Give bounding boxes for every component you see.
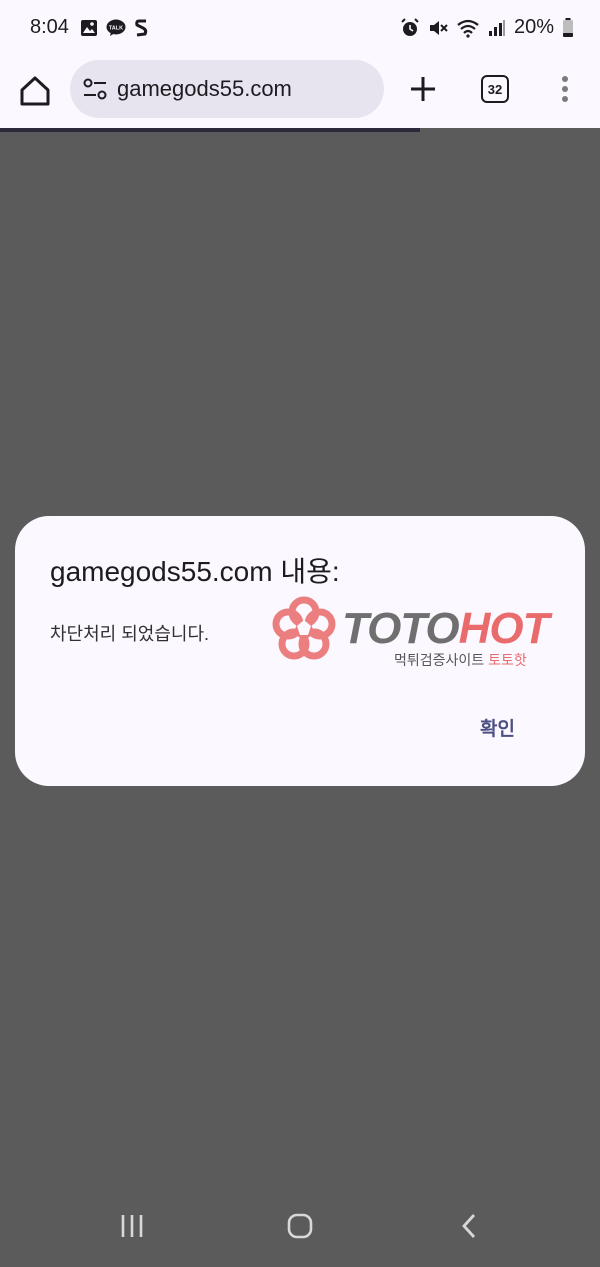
gallery-icon (81, 20, 97, 36)
status-time: 8:04 (30, 16, 69, 38)
address-bar[interactable]: gamegods55.com (70, 60, 384, 118)
status-icons-right: 20% (400, 16, 574, 39)
s-app-icon (135, 19, 148, 37)
home-nav-icon[interactable] (286, 1212, 314, 1240)
home-icon[interactable] (18, 74, 52, 108)
watermark-brand-part2: HOT (458, 604, 550, 653)
svg-text:TALK: TALK (109, 26, 123, 32)
site-settings-icon[interactable] (82, 76, 108, 102)
status-bar: 8:04 TALK 20% (0, 0, 600, 56)
alarm-icon (401, 17, 419, 36)
status-icons-left: TALK (80, 19, 150, 37)
mute-icon (429, 20, 448, 35)
flower-logo-icon (272, 596, 336, 660)
battery-percentage: 20% (513, 16, 554, 38)
url-text[interactable]: gamegods55.com (117, 76, 292, 102)
battery-icon (563, 17, 573, 37)
new-tab-icon[interactable] (406, 72, 440, 106)
watermark-subtitle: 먹튀검증사이트 토토핫 (394, 650, 527, 670)
dialog-title: gamegods55.com 내용: (50, 556, 340, 587)
wifi-icon (457, 19, 479, 38)
dialog-message: 차단처리 되었습니다. (50, 624, 210, 644)
tab-switcher-button[interactable]: 32 (481, 75, 509, 103)
watermark-brand: TOTOHOT (342, 604, 550, 654)
totohot-watermark: TOTOHOT 먹튀검증사이트 토토핫 (272, 596, 592, 676)
page-load-progress (0, 128, 420, 132)
watermark-subtitle-accent: 토토핫 (488, 652, 527, 668)
back-icon[interactable] (456, 1212, 484, 1240)
system-nav-bar (0, 1190, 600, 1267)
recents-icon[interactable] (118, 1212, 146, 1240)
kakaotalk-icon: TALK (106, 19, 126, 36)
more-menu-icon[interactable] (555, 74, 575, 104)
watermark-subtitle-prefix: 먹튀검증사이트 (394, 652, 489, 668)
tab-count: 32 (487, 81, 503, 97)
watermark-brand-part1: TOTO (342, 604, 460, 653)
signal-icon (488, 19, 505, 36)
ok-button[interactable]: 확인 (480, 714, 515, 741)
